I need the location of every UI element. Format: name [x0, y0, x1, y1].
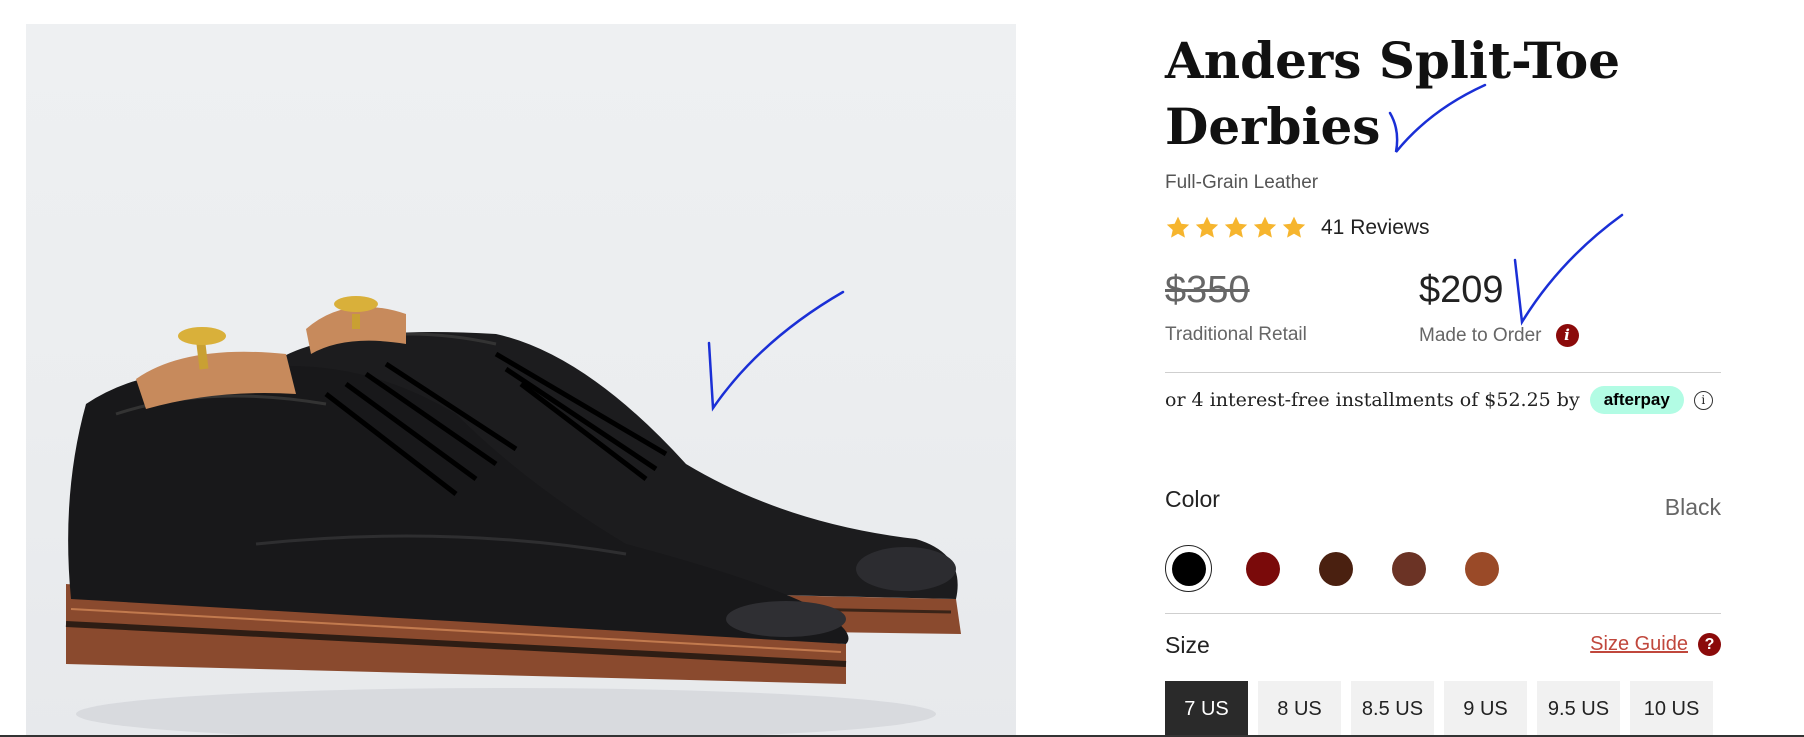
size-option[interactable]: 8.5 US — [1351, 681, 1434, 737]
star-icon — [1224, 216, 1248, 238]
made-to-order-label: Made to Order i — [1419, 324, 1579, 347]
star-rating — [1165, 215, 1307, 241]
afterpay-info-icon[interactable]: i — [1693, 390, 1713, 410]
size-label: Size — [1165, 632, 1210, 658]
star-icon — [1166, 216, 1190, 238]
sale-price-block: $209 Made to Order i — [1419, 268, 1579, 347]
reviews-link[interactable]: 41 Reviews — [1321, 216, 1430, 240]
color-swatch-dark-brown[interactable] — [1314, 547, 1358, 591]
shadow — [76, 688, 936, 737]
afterpay-row: or 4 interest-free installments of $52.2… — [1165, 386, 1713, 414]
color-swatch-tan[interactable] — [1460, 547, 1504, 591]
color-swatches — [1165, 545, 1504, 592]
color-label: Color — [1165, 486, 1220, 512]
rating[interactable]: 41 Reviews — [1165, 215, 1430, 241]
product-image[interactable] — [26, 24, 1016, 737]
size-option[interactable]: 10 US — [1630, 681, 1713, 737]
retail-price: $350 — [1165, 269, 1250, 311]
size-option[interactable]: 7 US — [1165, 681, 1248, 737]
color-swatch-burgundy[interactable] — [1241, 547, 1285, 591]
star-icon — [1253, 216, 1277, 238]
installments-text: or 4 interest-free installments of $52.2… — [1165, 389, 1580, 411]
info-icon[interactable]: i — [1555, 324, 1579, 347]
product-title: Anders Split-Toe Derbies — [1165, 31, 1621, 156]
star-icon — [1282, 216, 1306, 238]
help-icon[interactable]: ? — [1698, 633, 1721, 656]
sale-price: $209 — [1419, 269, 1504, 311]
size-option[interactable]: 9.5 US — [1537, 681, 1620, 737]
color-swatch-black[interactable] — [1165, 545, 1212, 592]
retail-price-block: $350 Traditional Retail — [1165, 268, 1307, 346]
star-icon — [1195, 216, 1219, 238]
size-options: 7 US 8 US 8.5 US 9 US 9.5 US 10 US — [1165, 681, 1713, 737]
shoe-illustration — [65, 296, 961, 737]
size-option[interactable]: 8 US — [1258, 681, 1341, 737]
size-guide[interactable]: Size Guide ? — [1590, 633, 1721, 656]
divider — [1165, 372, 1721, 373]
divider — [1165, 613, 1721, 614]
size-option[interactable]: 9 US — [1444, 681, 1527, 737]
product-subtitle: Full-Grain Leather — [1165, 172, 1319, 193]
color-swatch-brown[interactable] — [1387, 547, 1431, 591]
afterpay-badge[interactable]: afterpay — [1589, 386, 1684, 414]
selected-color: Black — [1664, 494, 1721, 520]
retail-label: Traditional Retail — [1165, 324, 1307, 345]
size-guide-link[interactable]: Size Guide — [1590, 633, 1688, 656]
